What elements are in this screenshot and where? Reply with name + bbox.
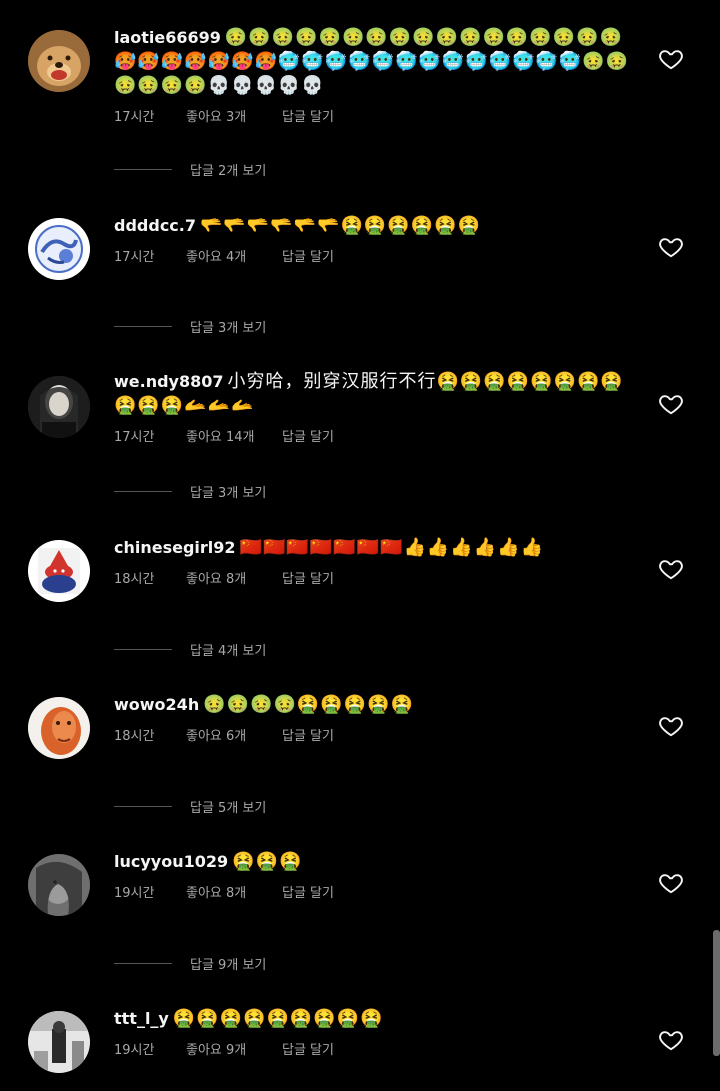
divider [114, 491, 172, 492]
avatar[interactable] [28, 540, 90, 602]
avatar[interactable] [28, 218, 90, 280]
username[interactable]: ttt_l_y [114, 1009, 169, 1028]
comment-feed: laotie66699 🤢🤢🤢🤢🤢🤢🤢🤢🤢🤢🤢🤢🤢🤢🤢🤢🤢🥵🥵🥵🥵🥵🥵🥵🥶🥶🥶🥶🥶… [0, 0, 720, 1091]
avatar-gray-portrait-image [28, 854, 90, 916]
like-heart-icon[interactable] [658, 713, 684, 739]
comment-item: we.ndy8807 小穷哈，别穿汉服行不行🤮🤮🤮🤮🤮🤮🤮🤮🤮🤮🤮🫴🫴🫴 17시간… [0, 344, 720, 501]
likes-count[interactable]: 좋아요 4개 [186, 246, 282, 265]
view-replies-label: 답글 4개 보기 [190, 644, 267, 659]
reply-button[interactable]: 답글 달기 [282, 725, 334, 744]
scrollbar[interactable] [713, 930, 720, 1056]
view-replies-button[interactable]: 답글 4개 보기 [114, 640, 266, 659]
likes-count[interactable]: 좋아요 8개 [186, 568, 282, 587]
avatar-blue-emblem-image [28, 218, 90, 280]
avatar[interactable] [28, 697, 90, 759]
username[interactable]: wowo24h [114, 695, 199, 714]
like-heart-icon[interactable] [658, 556, 684, 582]
comment-text: 🫳🫳🫳🫳🫳🫳🤮🤮🤮🤮🤮🤮 [200, 215, 481, 236]
comment-item: wowo24h 🤢🤢🤢🤢🤮🤮🤮🤮🤮 18시간 좋아요 6개 답글 달기 답글 5개… [0, 666, 720, 816]
comment-item: ttt_l_y 🤮🤮🤮🤮🤮🤮🤮🤮🤮 19시간 좋아요 9개 답글 달기 [0, 980, 720, 1091]
like-heart-icon[interactable] [658, 46, 684, 72]
username[interactable]: lucyyou1029 [114, 852, 228, 871]
view-replies-button[interactable]: 답글 5개 보기 [114, 797, 266, 816]
view-replies-label: 답글 3개 보기 [190, 321, 267, 336]
reply-button[interactable]: 답글 달기 [282, 882, 334, 901]
view-replies-button[interactable]: 답글 2개 보기 [114, 160, 266, 179]
likes-count[interactable]: 좋아요 3개 [186, 106, 282, 125]
reply-button[interactable]: 답글 달기 [282, 106, 334, 125]
timestamp: 17시간 [114, 250, 155, 265]
comment-item: chinesegirl92 🇨🇳🇨🇳🇨🇳🇨🇳🇨🇳🇨🇳🇨🇳👍👍👍👍👍👍 18시간 좋… [0, 509, 720, 659]
view-replies-label: 답글 3개 보기 [190, 486, 267, 501]
username[interactable]: chinesegirl92 [114, 538, 236, 557]
comment-text: 🤮🤮🤮 [232, 851, 303, 872]
reply-button[interactable]: 답글 달기 [282, 426, 334, 445]
like-heart-icon[interactable] [658, 234, 684, 260]
avatar[interactable] [28, 1011, 90, 1073]
avatar[interactable] [28, 854, 90, 916]
divider [114, 169, 172, 170]
timestamp: 17시간 [114, 110, 155, 125]
username[interactable]: laotie66699 [114, 28, 221, 47]
divider [114, 806, 172, 807]
view-replies-button[interactable]: 답글 3개 보기 [114, 317, 266, 336]
avatar[interactable] [28, 376, 90, 438]
avatar[interactable] [28, 30, 90, 92]
view-replies-label: 답글 5개 보기 [190, 801, 267, 816]
avatar-golden-dog-image [28, 30, 90, 92]
timestamp: 18시간 [114, 729, 155, 744]
comment-item: lucyyou1029 🤮🤮🤮 19시간 좋아요 8개 답글 달기 답글 9개 보… [0, 823, 720, 973]
likes-count[interactable]: 좋아요 14개 [186, 426, 282, 445]
like-heart-icon[interactable] [658, 870, 684, 896]
view-replies-label: 답글 9개 보기 [190, 958, 267, 973]
divider [114, 963, 172, 964]
avatar-face-orange-image [28, 697, 90, 759]
avatar-red-blue-figure-image [28, 540, 90, 602]
reply-button[interactable]: 답글 달기 [282, 1039, 334, 1058]
avatar-portrait-dark-image [28, 376, 90, 438]
timestamp: 18시간 [114, 572, 155, 587]
likes-count[interactable]: 좋아요 8개 [186, 882, 282, 901]
reply-button[interactable]: 답글 달기 [282, 568, 334, 587]
divider [114, 649, 172, 650]
timestamp: 19시간 [114, 886, 155, 901]
likes-count[interactable]: 좋아요 9개 [186, 1039, 282, 1058]
timestamp: 17시간 [114, 430, 155, 445]
like-heart-icon[interactable] [658, 391, 684, 417]
username[interactable]: we.ndy8807 [114, 372, 224, 391]
comment-item: ddddcc.7 🫳🫳🫳🫳🫳🫳🤮🤮🤮🤮🤮🤮 17시간 좋아요 4개 답글 달기 답… [0, 187, 720, 337]
comment-item: laotie66699 🤢🤢🤢🤢🤢🤢🤢🤢🤢🤢🤢🤢🤢🤢🤢🤢🤢🥵🥵🥵🥵🥵🥵🥵🥶🥶🥶🥶🥶… [0, 0, 720, 179]
comment-text: 🤮🤮🤮🤮🤮🤮🤮🤮🤮 [172, 1008, 384, 1029]
view-replies-button[interactable]: 답글 3개 보기 [114, 482, 266, 501]
likes-count[interactable]: 좋아요 6개 [186, 725, 282, 744]
comment-text: 🤢🤢🤢🤢🤮🤮🤮🤮🤮 [203, 694, 414, 715]
view-replies-label: 답글 2개 보기 [190, 164, 267, 179]
view-replies-button[interactable]: 답글 9개 보기 [114, 954, 266, 973]
like-heart-icon[interactable] [658, 1027, 684, 1053]
avatar-bw-room-image [28, 1011, 90, 1073]
divider [114, 326, 172, 327]
comment-text: 🇨🇳🇨🇳🇨🇳🇨🇳🇨🇳🇨🇳🇨🇳👍👍👍👍👍👍 [239, 537, 544, 558]
username[interactable]: ddddcc.7 [114, 216, 196, 235]
timestamp: 19시간 [114, 1043, 155, 1058]
reply-button[interactable]: 답글 달기 [282, 246, 334, 265]
